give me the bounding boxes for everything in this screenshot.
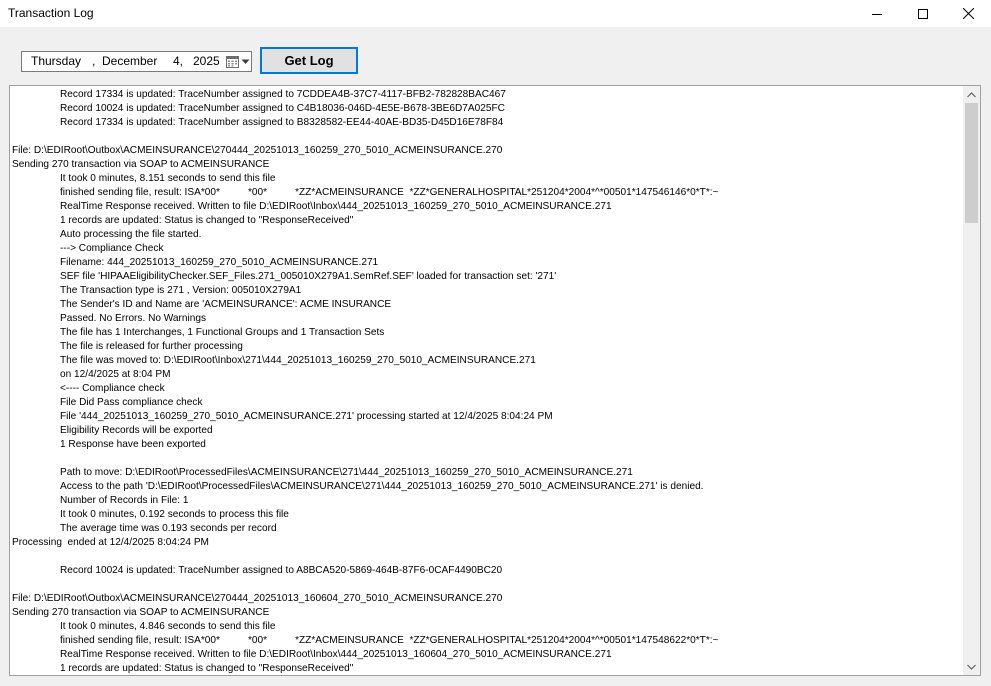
log-line: <---- Compliance check xyxy=(60,383,165,394)
log-line: on 12/4/2025 at 8:04 PM xyxy=(60,369,171,380)
log-line: Processing ended at 12/4/2025 8:04:24 PM xyxy=(12,537,209,548)
close-icon xyxy=(962,8,974,19)
date-separator: , xyxy=(92,54,96,68)
log-line: Record 17334 is updated: TraceNumber ass… xyxy=(60,89,506,100)
maximize-icon xyxy=(918,8,928,19)
log-line: The file has 1 Interchanges, 1 Functiona… xyxy=(60,327,385,338)
date-month[interactable]: December xyxy=(102,54,157,68)
log-line: The Transaction type is 271 , Version: 0… xyxy=(60,285,302,296)
log-line: The file is released for further process… xyxy=(60,341,243,352)
chevron-down-icon xyxy=(967,664,976,670)
title-bar: Transaction Log xyxy=(0,0,991,27)
log-line: finished sending file, result: ISA*00* *… xyxy=(60,187,719,198)
log-line: It took 0 minutes, 0.192 seconds to proc… xyxy=(60,509,289,520)
minimize-icon xyxy=(872,13,882,15)
log-line: SEF file 'HIPAAEligibilityChecker.SEF_Fi… xyxy=(60,271,557,282)
log-line: The Sender's ID and Name are 'ACMEINSURA… xyxy=(60,299,392,310)
log-line: It took 0 minutes, 8.151 seconds to send… xyxy=(60,173,276,184)
scroll-down-arrow[interactable] xyxy=(963,658,980,675)
log-line: The file was moved to: D:\EDIRoot\Inbox\… xyxy=(60,355,536,366)
log-line: finished sending file, result: ISA*00* *… xyxy=(60,635,719,646)
log-line: Auto processing the file started. xyxy=(60,229,202,240)
log-line: 1 records are updated: Status is changed… xyxy=(60,215,354,226)
date-picker[interactable]: Thursday , December 4, 2025 xyxy=(21,51,252,72)
log-line: Record 10024 is updated: TraceNumber ass… xyxy=(60,565,503,576)
get-log-button[interactable]: Get Log xyxy=(260,47,358,74)
log-line: File: D:\EDIRoot\Outbox\ACMEINSURANCE\27… xyxy=(12,593,503,604)
log-line: Sending 270 transaction via SOAP to ACME… xyxy=(12,159,270,170)
log-line: Path to move: D:\EDIRoot\ProcessedFiles\… xyxy=(60,467,633,478)
log-line: File '444_20251013_160259_270_5010_ACMEI… xyxy=(60,411,553,422)
chevron-down-icon xyxy=(241,59,250,64)
log-line: Eligibility Records will be exported xyxy=(60,425,213,436)
date-day[interactable]: 4, xyxy=(173,54,183,68)
log-lines: Record 17334 is updated: TraceNumber ass… xyxy=(12,88,962,673)
log-line: ---> Compliance Check xyxy=(60,243,164,254)
log-line: Number of Records in File: 1 xyxy=(60,495,189,506)
calendar-dropdown-button[interactable] xyxy=(226,55,250,69)
minimize-button[interactable] xyxy=(854,0,900,27)
log-line: Record 17334 is updated: TraceNumber ass… xyxy=(60,117,504,128)
transaction-log-textbox[interactable]: Record 17334 is updated: TraceNumber ass… xyxy=(9,85,981,676)
log-line: 1 Response have been exported xyxy=(60,439,206,450)
log-line: Access to the path 'D:\EDIRoot\Processed… xyxy=(60,481,704,492)
log-line: Filename: 444_20251013_160259_270_5010_A… xyxy=(60,257,379,268)
close-button[interactable] xyxy=(945,0,991,27)
log-line: RealTime Response received. Written to f… xyxy=(60,201,612,212)
log-line: The average time was 0.193 seconds per r… xyxy=(60,523,277,534)
maximize-button[interactable] xyxy=(900,0,946,27)
log-line: 1 records are updated: Status is changed… xyxy=(60,663,354,673)
scroll-up-arrow[interactable] xyxy=(963,86,980,103)
date-year[interactable]: 2025 xyxy=(193,54,220,68)
log-line: Sending 270 transaction via SOAP to ACME… xyxy=(12,607,270,618)
window-title: Transaction Log xyxy=(8,6,94,20)
log-line: Passed. No Errors. No Warnings xyxy=(60,313,207,324)
vertical-scrollbar[interactable] xyxy=(963,86,980,675)
date-weekday[interactable]: Thursday xyxy=(31,54,81,68)
log-line: Record 10024 is updated: TraceNumber ass… xyxy=(60,103,505,114)
log-line: RealTime Response received. Written to f… xyxy=(60,649,612,660)
chevron-up-icon xyxy=(967,91,976,97)
log-line: File: D:\EDIRoot\Outbox\ACMEINSURANCE\27… xyxy=(12,145,503,156)
log-line: File Did Pass compliance check xyxy=(60,397,203,408)
log-line: It took 0 minutes, 4.846 seconds to send… xyxy=(60,621,276,632)
calendar-icon xyxy=(226,56,239,68)
scrollbar-thumb[interactable] xyxy=(965,103,978,223)
